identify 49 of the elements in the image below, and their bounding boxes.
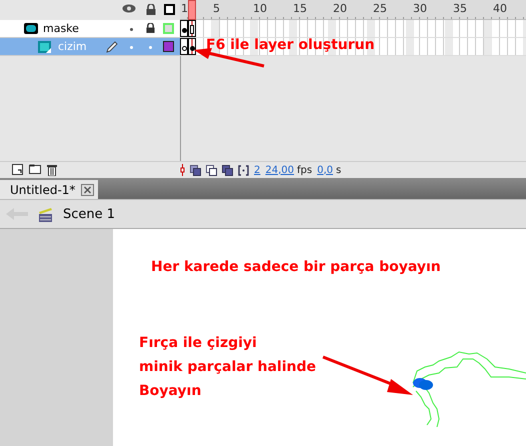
outline-icon[interactable] (164, 4, 175, 15)
frame-number: 10 (253, 2, 267, 15)
lock-dot[interactable] (149, 46, 152, 49)
annotation-text: Fırça ile çizgiyi minik parçalar halinde Boyayın (139, 334, 316, 401)
eye-icon[interactable] (122, 4, 136, 13)
visibility-dot[interactable] (130, 28, 133, 31)
layer-row[interactable]: maske (0, 20, 180, 38)
trash-icon[interactable] (47, 164, 57, 176)
clapperboard-icon (38, 206, 53, 222)
visibility-dot[interactable] (130, 46, 133, 49)
onion-outline-icon[interactable] (206, 164, 217, 176)
frame-number: 25 (373, 2, 387, 15)
folder-icon[interactable] (29, 164, 41, 174)
onion-skin-icon[interactable] (190, 164, 201, 176)
mask-layer-icon (24, 23, 38, 34)
document-tab[interactable]: Untitled-1* (0, 180, 98, 199)
elapsed-time[interactable]: 0,0 (317, 164, 333, 176)
frame-rate[interactable]: 24,00 (265, 164, 294, 176)
scene-name[interactable]: Scene 1 (63, 206, 116, 222)
frame-number: 35 (453, 2, 467, 15)
frame-number: 30 (413, 2, 427, 15)
seconds-label: s (336, 164, 342, 176)
tab-title: Untitled-1* (10, 182, 76, 196)
frame-ruler[interactable]: 1 5 10 15 20 25 30 35 40 (180, 0, 526, 20)
fps-label: fps (297, 164, 312, 176)
frame-number: 40 (493, 2, 507, 15)
close-icon[interactable] (81, 184, 94, 196)
current-frame[interactable]: 2 (254, 164, 260, 176)
lock-icon[interactable] (146, 4, 156, 15)
frame-number: 1 (181, 2, 188, 15)
annotation-text: F6 ile layer oluşturun (206, 37, 375, 53)
pencil-icon (106, 41, 118, 53)
keyframe[interactable] (180, 38, 188, 55)
center-frame-icon[interactable] (180, 164, 185, 176)
keyframe[interactable] (188, 38, 196, 55)
outline-square[interactable] (163, 41, 174, 52)
keyframe[interactable] (180, 20, 188, 37)
layer-name: maske (43, 22, 79, 35)
lock-icon[interactable] (146, 23, 155, 33)
layer-name: cizim (58, 40, 87, 53)
frame-number: 5 (213, 2, 220, 15)
keyframe[interactable] (188, 20, 196, 37)
frame-number: 20 (333, 2, 347, 15)
masked-layer-icon (38, 41, 51, 53)
frame-number: 15 (293, 2, 307, 15)
new-layer-icon[interactable] (12, 164, 23, 175)
annotation-text: Her karede sadece bir parça boyayın (151, 259, 441, 275)
bracket-icon[interactable] (238, 164, 249, 176)
edit-multiple-icon[interactable] (222, 164, 233, 176)
